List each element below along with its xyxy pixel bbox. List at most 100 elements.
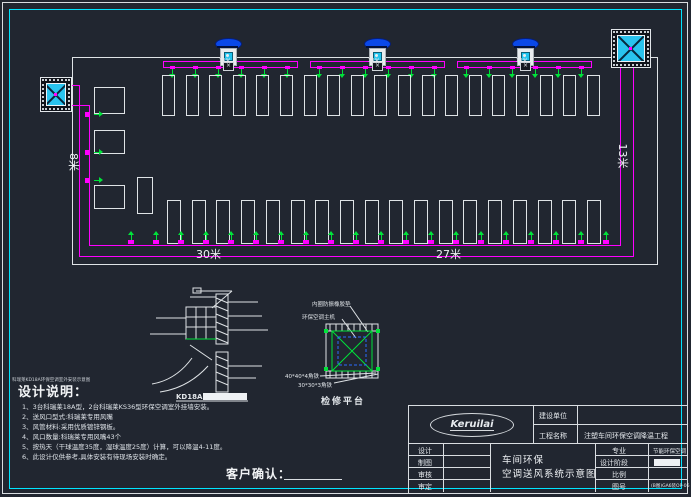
machine-top-row (256, 75, 269, 116)
design-stage-label: 设计阶段 (600, 458, 628, 468)
machine-left-block (94, 87, 125, 114)
duct-outlet-tap (85, 150, 89, 155)
evaporative-unit-icon (611, 29, 651, 68)
diffuser-icon (556, 235, 557, 240)
machine-bottom-row (513, 200, 527, 244)
machine-top-row (280, 75, 293, 116)
machine-bottom-row (167, 200, 181, 244)
detail-unit-label-highlight (203, 393, 247, 400)
platform-label-angle-iron-40: 40*40*4角铁 (285, 372, 319, 380)
grid-line (533, 424, 687, 425)
machine-top-row (162, 75, 175, 116)
cad-drawing-canvas: 18米×18米×18米× 8米 13米 30米 27米 (0, 0, 691, 497)
diffuser-icon (331, 235, 332, 240)
duct-outlet-tap (553, 240, 559, 244)
platform-caption: 检修平台 (321, 394, 365, 407)
evaporative-unit-icon (40, 77, 72, 112)
design-note-5: 5、按热天（干球温度35度，湿球温度25度）计算，可以降温4-11度。 (22, 442, 226, 452)
machine-top-row (233, 75, 246, 116)
grid-line (490, 443, 491, 492)
machine-top-row (398, 75, 411, 116)
machine-bottom-row (315, 200, 329, 244)
machine-bottom-row (291, 200, 305, 244)
row-design-label: 设计 (418, 446, 432, 456)
row-drafting-label: 制图 (418, 458, 432, 468)
diffuser-icon (531, 235, 532, 240)
title-block: Keruilai 建设单位 工程名称 注塑车间环保空调降温工程 设计 制图 审核… (408, 405, 688, 494)
machine-bottom-row (463, 200, 477, 244)
detail-drawings-linework (145, 283, 395, 408)
dimension-right-duct: 13米 (619, 141, 631, 171)
machine-top-row (351, 75, 364, 116)
specialty-value: 节能环保空调 (653, 447, 686, 455)
row-review-label: 审核 (418, 470, 432, 480)
diffuser-icon (131, 235, 132, 240)
design-note-2: 2、送风口型式:科瑞莱专用风嘴 (22, 412, 226, 422)
diffuser-icon (481, 235, 482, 240)
machine-bottom-row (414, 200, 428, 244)
duct-damper-icon: × (372, 62, 383, 71)
supply-duct-bottom-outer (79, 256, 634, 257)
diffuser-icon (356, 235, 357, 240)
machine-bottom-row (365, 200, 379, 244)
design-stage-value-redacted (654, 459, 680, 466)
supply-duct-right-outer (633, 65, 634, 257)
duct-outlet-tap (328, 240, 334, 244)
machine-top-row (540, 75, 553, 116)
diffuser-icon (456, 235, 457, 240)
scale-label: 比例 (612, 470, 626, 480)
machine-bottom-row (488, 200, 502, 244)
machine-top-row (445, 75, 458, 116)
machine-top-row (469, 75, 482, 116)
drawing-title-line1: 车间环保 (502, 454, 544, 467)
project-name-value: 注塑车间环保空调降温工程 (584, 431, 668, 441)
machine-top-row (492, 75, 505, 116)
duct-damper-icon: × (520, 62, 531, 71)
diffuser-icon (99, 177, 103, 183)
duct-connector (69, 105, 90, 106)
duct-outlet-tap (603, 240, 609, 244)
grid-line (408, 443, 687, 444)
design-note-6: 6、此设计仅供参考,具体安装有待现场安装时确定。 (22, 452, 226, 462)
machine-bottom-row (587, 200, 601, 244)
drawing-number-label: 图号 (612, 482, 626, 492)
design-note-4: 4、风口数量:科瑞莱专用风嘴43个 (22, 432, 226, 442)
design-notes-heading: 设计说明： (18, 381, 88, 400)
machine-top-row (374, 75, 387, 116)
project-name-label: 工程名称 (539, 431, 567, 441)
duct-outlet-tap (478, 240, 484, 244)
diffuser-icon (306, 235, 307, 240)
workshop-floor-plan: 18米×18米×18米× (0, 0, 691, 290)
machine-top-row (587, 75, 600, 116)
duct-damper-icon: × (223, 62, 234, 71)
customer-confirm-label: 客户确认： (226, 465, 291, 482)
design-notes-list: 1、3台科瑞莱18A型，2台科瑞莱KS36型环保空调室外挂墙安装。 2、送风口型… (22, 402, 226, 462)
diffuser-icon (431, 235, 432, 240)
dimension-bottom-left-duct: 30米 (196, 246, 221, 262)
design-note-1: 1、3台科瑞莱18A型，2台科瑞莱KS36型环保空调室外挂墙安装。 (22, 402, 226, 412)
supply-duct-bottom-inner (89, 245, 621, 246)
duct-outlet-tap (153, 240, 159, 244)
duct-outlet-tap (453, 240, 459, 244)
diffuser-icon (256, 235, 257, 240)
machine-top-row (186, 75, 199, 116)
diffuser-icon (181, 235, 182, 240)
machine-top-row (563, 75, 576, 116)
machine-bottom-row (216, 200, 230, 244)
duct-outlet-tap (253, 240, 259, 244)
machine-bottom-row (538, 200, 552, 244)
machine-bottom-row (389, 200, 403, 244)
duct-outlet-tap (178, 240, 184, 244)
duct-outlet-tap (428, 240, 434, 244)
machine-top-row (209, 75, 222, 116)
diffuser-icon (156, 235, 157, 240)
grid-line (595, 479, 687, 480)
diffuser-icon (578, 74, 584, 78)
diffuser-icon (506, 235, 507, 240)
machine-bottom-row (340, 200, 354, 244)
diffuser-icon (581, 235, 582, 240)
platform-label-host-unit: 环保空调主机 (302, 313, 335, 321)
machine-bottom-row (439, 200, 453, 244)
machine-top-row (327, 75, 340, 116)
supply-duct-left-inner (89, 106, 90, 245)
